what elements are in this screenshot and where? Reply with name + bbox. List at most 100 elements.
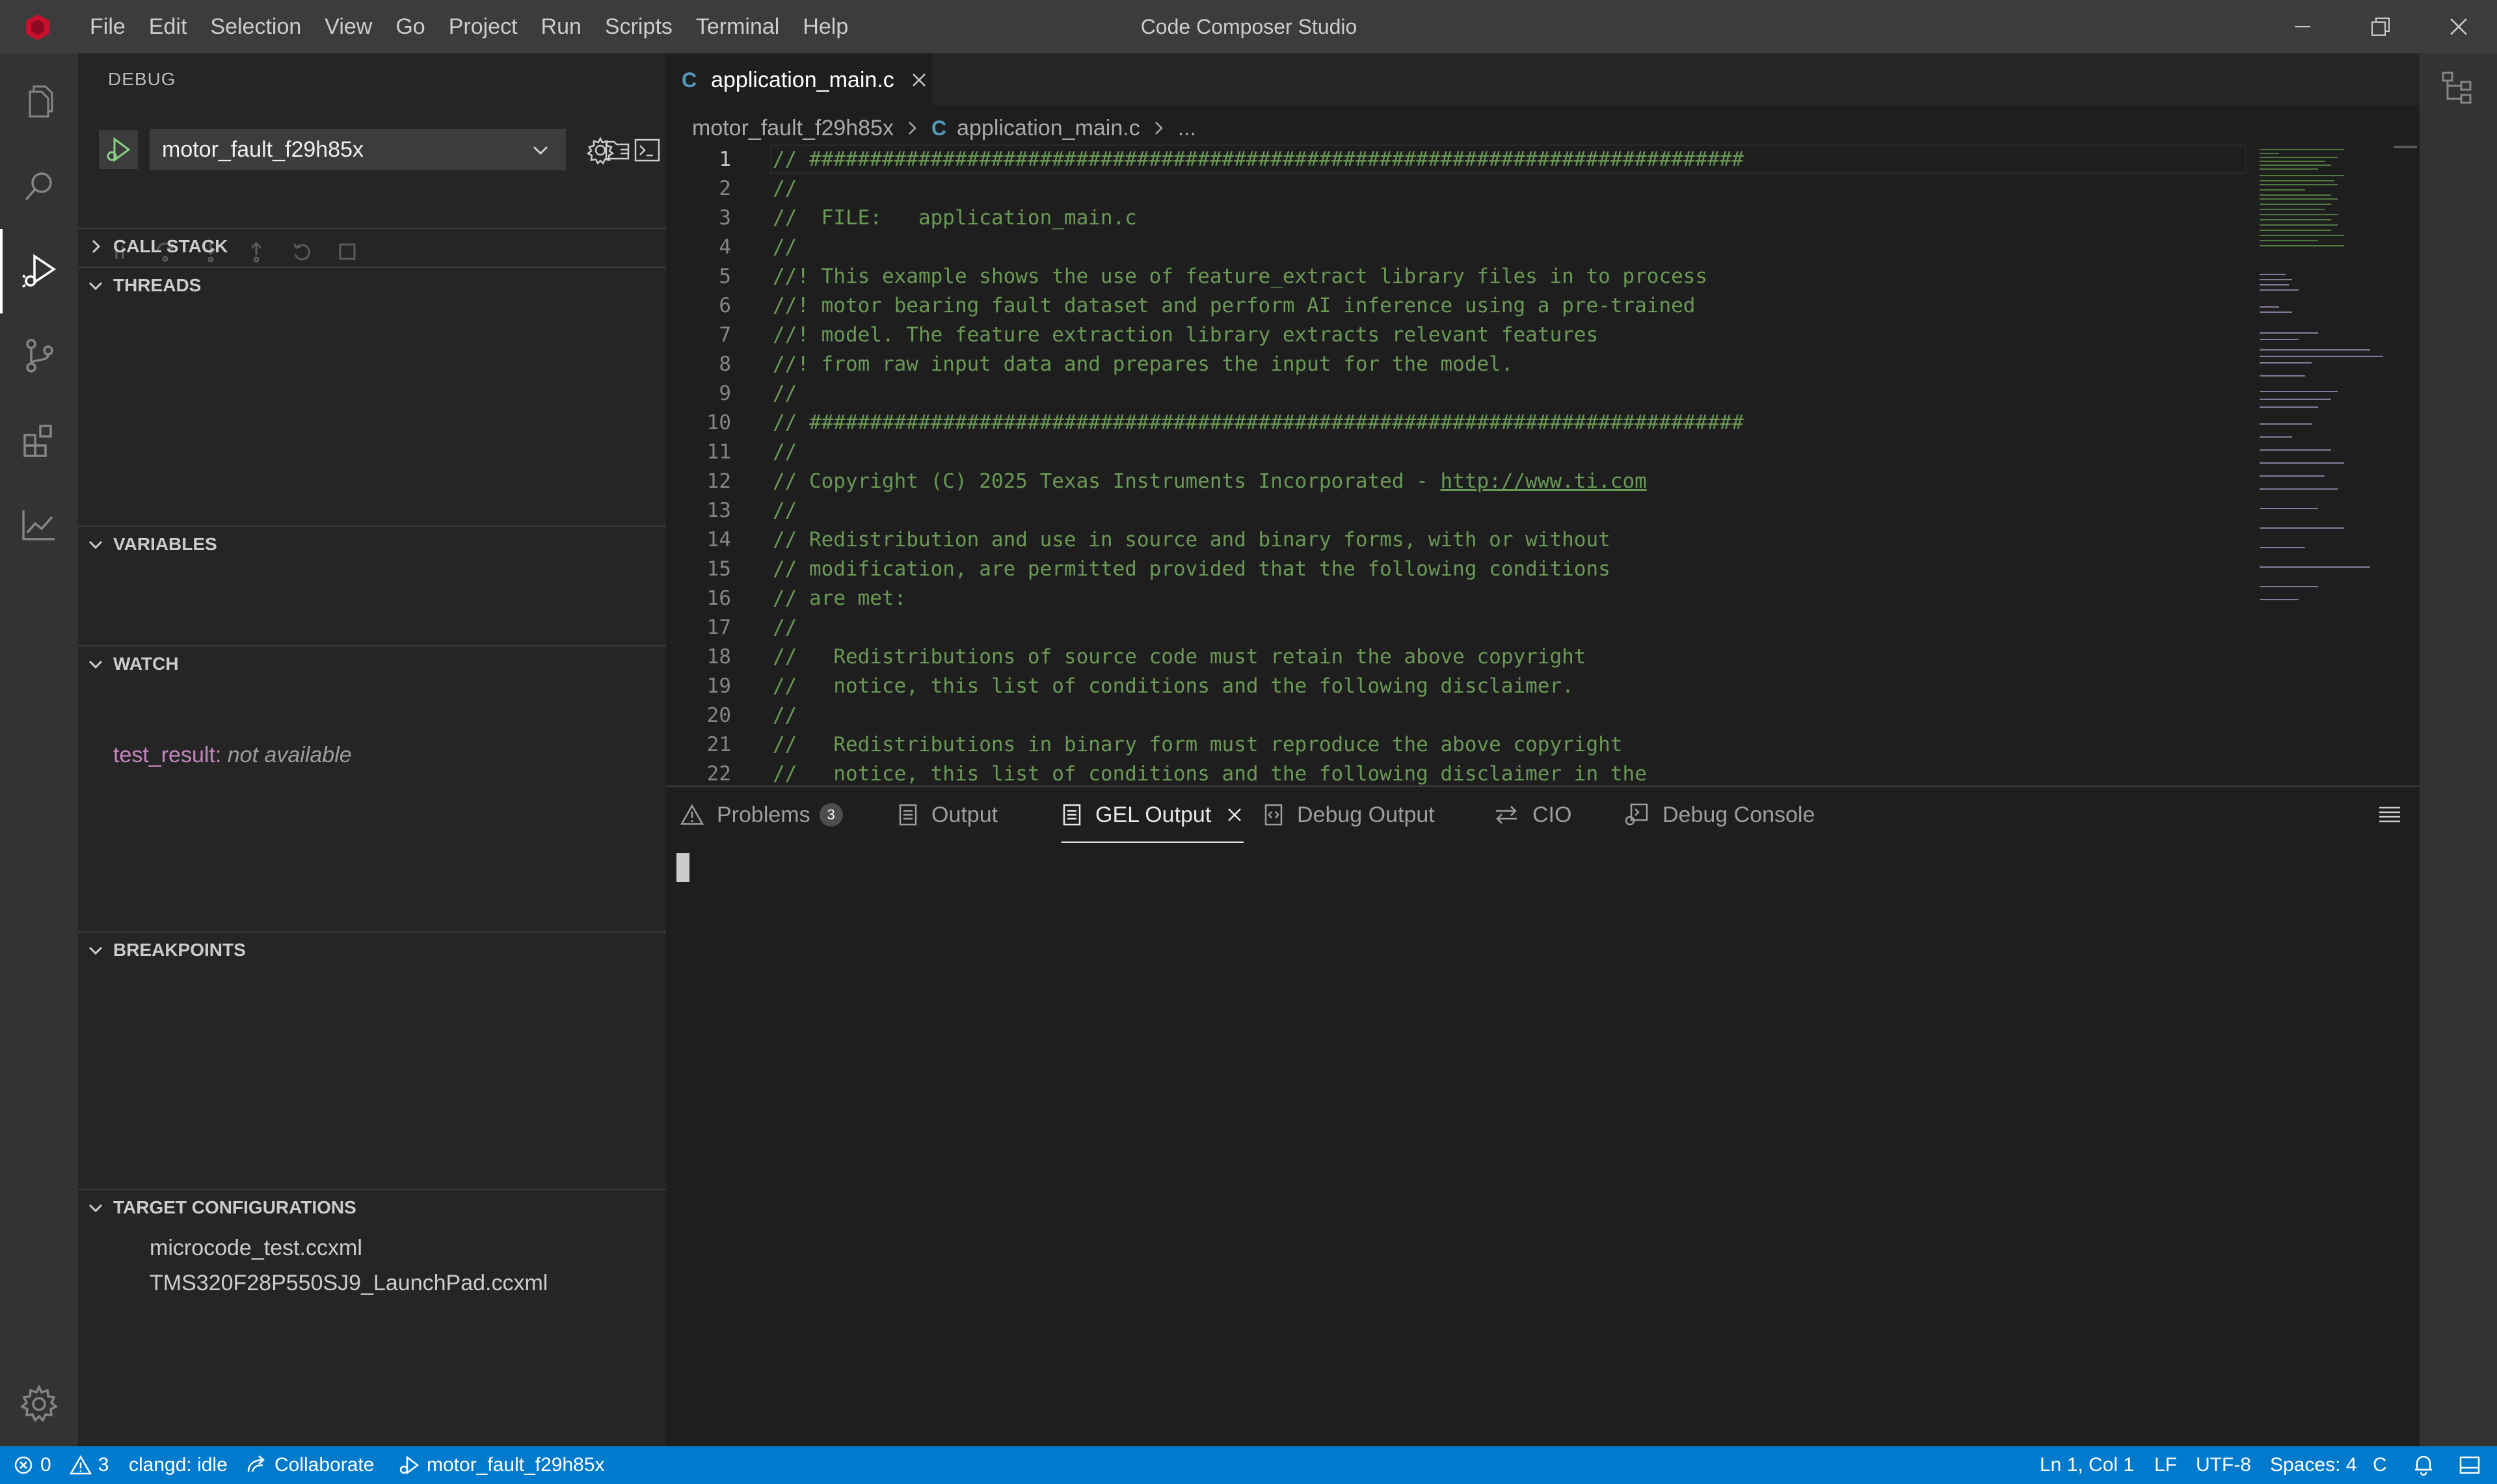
code-line[interactable]: 18 // Redistributions of source code must…	[666, 642, 2240, 671]
breakpoints-section-header[interactable]: BREAKPOINTS	[78, 931, 666, 968]
code-line[interactable]: 4 //	[666, 232, 2240, 261]
language-mode-status[interactable]: C	[2373, 1446, 2387, 1484]
tab-gel-output[interactable]: GEL Output	[1062, 787, 1244, 843]
code-comment: //! model. The feature extraction librar…	[773, 323, 1598, 347]
problems-status[interactable]: 0 3	[13, 1446, 109, 1484]
breadcrumb-file[interactable]: application_main.c	[957, 116, 1140, 141]
code-comment: //! from raw input data and prepares the…	[773, 352, 1513, 376]
line-number: 2	[719, 176, 731, 200]
run-debug-icon	[21, 254, 57, 288]
tab-cio[interactable]: CIO	[1493, 787, 1571, 843]
menu-project[interactable]: Project	[437, 0, 529, 53]
eol-status[interactable]: LF	[2154, 1446, 2177, 1484]
tab-debug-console-label: Debug Console	[1662, 802, 1815, 827]
code-text: //! from raw input data and prepares the…	[773, 352, 1514, 376]
tab-debug-output-label: Debug Output	[1297, 802, 1435, 827]
code-line[interactable]: 5 //! This example shows the use of featu…	[666, 261, 2240, 291]
tab-problems[interactable]: Problems 3	[680, 787, 843, 843]
search-button[interactable]	[0, 144, 78, 229]
menu-bar: File Edit Selection View Go Project Run …	[78, 0, 860, 53]
code-comment: // Redistributions in binary form must r…	[773, 733, 1622, 756]
close-icon[interactable]	[910, 71, 928, 89]
code-line[interactable]: 11 //	[666, 437, 2240, 466]
editor-tab-application-main[interactable]: C application_main.c	[666, 53, 931, 105]
chevron-down-icon	[533, 146, 548, 155]
cursor-position-status[interactable]: Ln 1, Col 1	[2040, 1446, 2134, 1484]
code-line[interactable]: 7 //! model. The feature extraction libra…	[666, 320, 2240, 349]
code-line[interactable]: 9 //	[666, 378, 2240, 408]
code-comment: //	[773, 235, 797, 259]
code-text: //! This example shows the use of featur…	[773, 264, 1708, 288]
menu-terminal[interactable]: Terminal	[684, 0, 791, 53]
error-icon	[14, 1456, 33, 1474]
variables-section-header[interactable]: VARIABLES	[78, 525, 666, 562]
code-line[interactable]: 17 //	[666, 613, 2240, 642]
code-line[interactable]: 12 // Copyright (C) 2025 Texas Instrument…	[666, 466, 2240, 496]
code-line[interactable]: 20 //	[666, 700, 2240, 730]
layout-button[interactable]	[2459, 1446, 2481, 1484]
breadcrumb-project[interactable]: motor_fault_f29h85x	[692, 116, 894, 141]
call-stack-label: CALL STACK	[113, 236, 228, 256]
start-debugging-button[interactable]	[99, 130, 138, 169]
extensions-button[interactable]	[0, 398, 78, 483]
minimap[interactable]	[2240, 144, 2420, 786]
target-config-item[interactable]: microcode_test.ccxml	[150, 1236, 362, 1261]
code-line[interactable]: 10 // ###################################…	[666, 408, 2240, 437]
graph-button[interactable]	[0, 483, 78, 567]
code-line[interactable]: 14 // Redistribution and use in source an…	[666, 525, 2240, 554]
restore-button[interactable]	[2342, 0, 2420, 53]
menu-file[interactable]: File	[78, 0, 137, 53]
code-line[interactable]: 22 // notice, this list of conditions and…	[666, 759, 2240, 788]
target-configurations-section-header[interactable]: TARGET CONFIGURATIONS	[78, 1189, 666, 1225]
tab-debug-console[interactable]: Debug Console	[1623, 787, 1815, 843]
menu-go[interactable]: Go	[384, 0, 436, 53]
menu-help[interactable]: Help	[791, 0, 860, 53]
tab-output[interactable]: Output	[898, 787, 998, 843]
indentation-status[interactable]: Spaces: 4	[2270, 1446, 2357, 1484]
code-editor[interactable]: 1 // ####################################…	[666, 144, 2247, 788]
close-window-button[interactable]	[2420, 0, 2497, 53]
bottom-panel: Problems 3 Output GEL Output Debug Outpu…	[666, 786, 2420, 1446]
watch-expression[interactable]: test_result: not available	[113, 743, 352, 768]
call-stack-section-header[interactable]: CALL STACK	[78, 228, 666, 264]
code-comment: // are met:	[773, 587, 906, 610]
tab-debug-output[interactable]: Debug Output	[1263, 787, 1435, 843]
code-line[interactable]: 16 // are met:	[666, 583, 2240, 613]
view-toggle-button[interactable]	[2439, 68, 2478, 107]
code-line[interactable]: 13 //	[666, 496, 2240, 525]
minimize-button[interactable]	[2263, 0, 2342, 53]
code-line[interactable]: 3 // FILE: application_main.c	[666, 203, 2240, 232]
clangd-status[interactable]: clangd: idle	[129, 1446, 228, 1484]
notifications-button[interactable]	[2413, 1446, 2434, 1484]
encoding-status[interactable]: UTF-8	[2196, 1446, 2251, 1484]
menu-scripts[interactable]: Scripts	[593, 0, 684, 53]
menu-edit[interactable]: Edit	[137, 0, 199, 53]
watch-section-header[interactable]: WATCH	[78, 645, 666, 682]
source-control-button[interactable]	[0, 313, 78, 398]
problems-count-badge: 3	[819, 803, 843, 827]
launch-config-select[interactable]: motor_fault_f29h85x	[150, 129, 566, 170]
code-line[interactable]: 1 // ####################################…	[666, 144, 2247, 174]
open-config-folder-button[interactable]	[598, 130, 637, 169]
menu-selection[interactable]: Selection	[198, 0, 313, 53]
code-line[interactable]: 6 //! motor bearing fault dataset and per…	[666, 291, 2240, 320]
code-link[interactable]: http://www.ti.com	[1441, 470, 1647, 493]
menu-run[interactable]: Run	[529, 0, 593, 53]
run-debug-button[interactable]	[0, 229, 78, 313]
code-line[interactable]: 21 // Redistributions in binary form must…	[666, 730, 2240, 759]
settings-button[interactable]	[0, 1362, 78, 1446]
close-icon[interactable]	[1225, 806, 1244, 824]
panel-menu-button[interactable]	[2377, 804, 2403, 826]
target-config-item[interactable]: TMS320F28P550SJ9_LaunchPad.ccxml	[150, 1271, 548, 1296]
code-line[interactable]: 8 //! from raw input data and prepares th…	[666, 349, 2240, 378]
code-text: // are met:	[773, 586, 907, 610]
debug-target-status[interactable]: motor_fault_f29h85x	[398, 1446, 605, 1484]
explorer-button[interactable]	[0, 60, 78, 144]
breadcrumb-symbol[interactable]: ...	[1178, 116, 1196, 141]
code-line[interactable]: 15 // modification, are permitted provide…	[666, 554, 2240, 583]
code-line[interactable]: 19 // notice, this list of conditions and…	[666, 671, 2240, 700]
code-line[interactable]: 2 //	[666, 174, 2240, 203]
threads-section-header[interactable]: THREADS	[78, 267, 666, 303]
collaborate-status[interactable]: Collaborate	[246, 1446, 374, 1484]
menu-view[interactable]: View	[313, 0, 384, 53]
